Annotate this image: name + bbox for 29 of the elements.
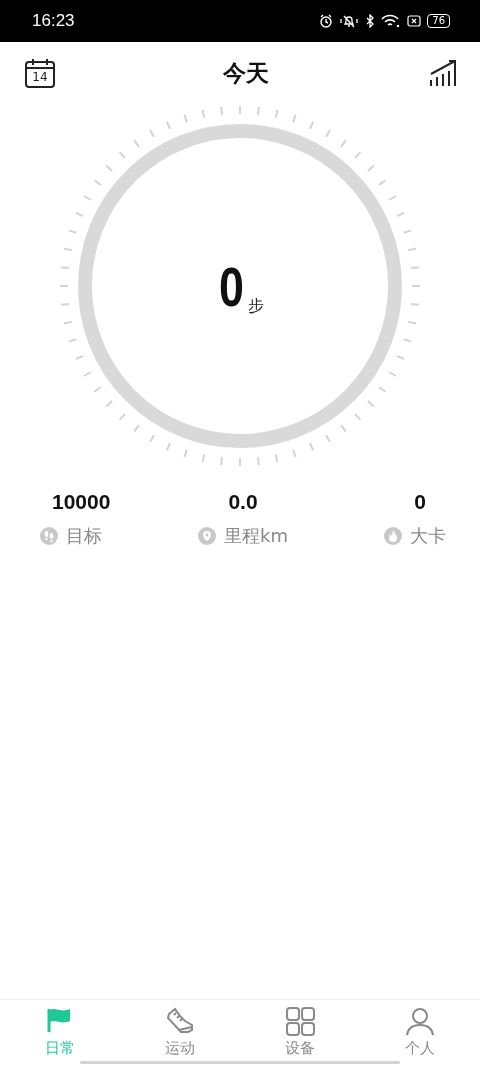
nav-tab[interactable]: 日常 bbox=[0, 1000, 120, 1058]
stat-value: 10000 bbox=[51, 490, 112, 514]
stat-label: 目标 bbox=[66, 524, 102, 548]
chart-trend-icon[interactable] bbox=[428, 58, 458, 88]
step-count: 0 bbox=[219, 253, 245, 319]
flame-icon bbox=[384, 527, 402, 545]
nav-tab[interactable]: 设备 bbox=[240, 1000, 360, 1058]
person-icon bbox=[404, 1006, 436, 1037]
stat-label: 大卡 bbox=[410, 524, 446, 548]
footprints-icon bbox=[40, 527, 58, 545]
stat-value: 0.0 bbox=[227, 490, 259, 514]
mute-icon bbox=[339, 14, 360, 28]
nav-tab[interactable]: 运动 bbox=[120, 1000, 240, 1058]
calendar-icon bbox=[24, 57, 56, 89]
nav-tab[interactable]: 个人 bbox=[360, 1000, 480, 1058]
status-time: 16:23 bbox=[32, 11, 75, 31]
stat-label: 里程km bbox=[224, 524, 288, 548]
step-unit: 步 bbox=[247, 295, 264, 317]
calendar-day: 14 bbox=[24, 69, 56, 85]
location-pin-icon bbox=[198, 527, 216, 545]
page-title: 今天 bbox=[223, 58, 269, 88]
battery-level: 76 bbox=[427, 14, 450, 28]
grid-icon bbox=[284, 1006, 316, 1037]
stat-value: 0 bbox=[413, 490, 427, 514]
no-sim-icon bbox=[407, 14, 422, 28]
bluetooth-icon bbox=[365, 14, 376, 28]
wifi-icon bbox=[381, 14, 402, 28]
alarm-icon bbox=[319, 14, 334, 28]
calendar-button[interactable]: 14 bbox=[24, 57, 56, 89]
